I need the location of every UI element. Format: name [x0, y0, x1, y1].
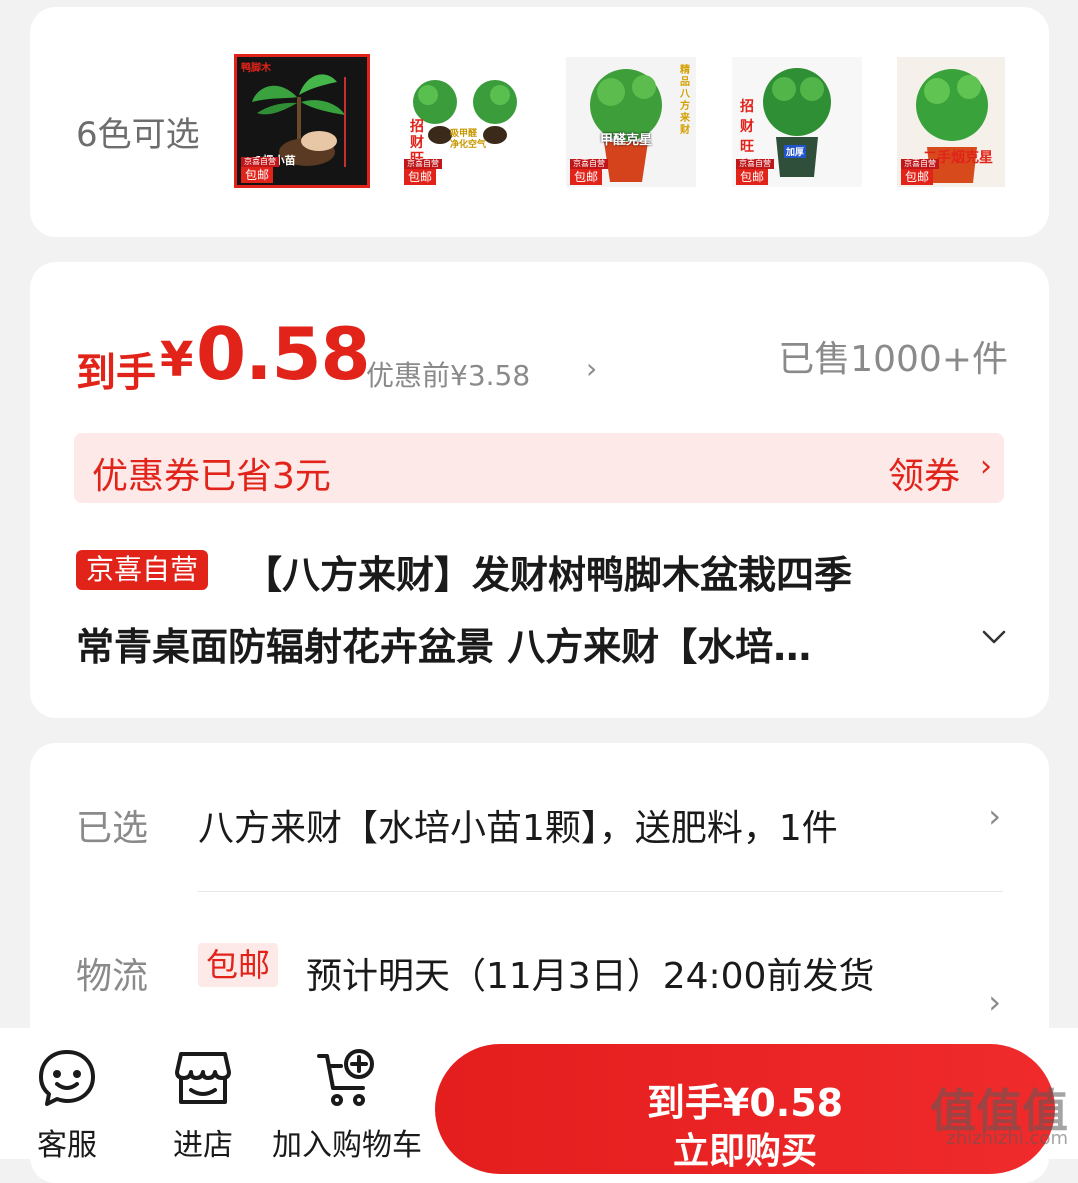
thumbnail-caption: 甲醛克星 — [600, 133, 653, 148]
product-title-line1: 【八方来财】发财树鸭脚木盆栽四季 — [244, 553, 853, 597]
free-shipping-tag: 包邮 — [736, 169, 769, 185]
claim-coupon-button[interactable]: 领券 — [888, 447, 960, 499]
chevron-right-icon[interactable]: › — [586, 352, 597, 385]
thumbnail-corner-text: 加厚 — [784, 145, 807, 158]
free-shipping-tag: 包邮 — [241, 167, 274, 183]
thumbnail-option-5[interactable]: 二手烟克星 京喜自营 包邮 — [897, 57, 1005, 187]
sold-count: 已售1000+件 — [778, 339, 1008, 380]
product-title-line2: 常青桌面防辐射花卉盆景 八方来财【水培… — [76, 625, 812, 669]
shop-icon — [175, 1052, 231, 1104]
thumbnail-corner-text: 精品八方来财 — [680, 65, 690, 136]
bottom-action-bar: 客服 进店 加入购物车 到手¥0.58 立即购买 — [0, 1028, 1078, 1174]
arrive-price-label: 到手 — [76, 350, 156, 396]
color-options-card: 6色可选 1棵小苗 鸭脚木 京喜自营 包邮 招财 旺宅 吸甲醛 净 — [30, 7, 1049, 237]
price-card: 到手 ¥ 0.58 优惠前¥3.58 › 已售1000+件 优惠券已省3元 领券… — [30, 262, 1049, 718]
coupon-saved-text: 优惠券已省3元 — [92, 456, 331, 497]
shipping-label: 物流 — [76, 956, 149, 997]
divider — [198, 891, 1003, 892]
enter-shop-label: 进店 — [173, 1128, 233, 1163]
coupon-bar[interactable]: 优惠券已省3元 领券 › — [74, 433, 1004, 503]
watermark-domain: zhizhizhi.com — [946, 1128, 1068, 1149]
currency-symbol: ¥ — [160, 332, 194, 388]
original-price-link[interactable]: 优惠前¥3.58 — [366, 354, 530, 394]
chevron-down-icon[interactable] — [979, 622, 1009, 652]
self-operated-tag: 京喜自营 — [570, 159, 608, 169]
self-operated-tag: 京喜自营 — [241, 157, 279, 167]
chat-face-icon — [39, 1050, 95, 1106]
color-count-label: 6色可选 — [76, 115, 200, 155]
self-operated-tag: 京喜自营 — [736, 159, 774, 169]
chevron-right-icon[interactable]: › — [980, 449, 992, 484]
thumbnail-option-4[interactable]: 招财 旺宅 加厚 京喜自营 包邮 — [732, 57, 862, 187]
customer-service-button[interactable]: 客服 — [30, 1046, 104, 1164]
selected-spec-value: 八方来财【水培小苗1颗】，送肥料，1件 — [198, 808, 838, 849]
free-shipping-tag: 包邮 — [570, 169, 603, 185]
free-shipping-badge: 包邮 — [198, 943, 279, 987]
thumbnail-corner-text: 鸭脚木 — [241, 63, 271, 74]
selected-label: 已选 — [76, 808, 149, 849]
chevron-right-icon[interactable]: › — [988, 797, 1001, 835]
thumbnail-option-1[interactable]: 1棵小苗 鸭脚木 京喜自营 包邮 — [234, 54, 370, 188]
add-cart-icon — [317, 1049, 374, 1106]
free-shipping-tag: 包邮 — [901, 169, 934, 185]
final-price: 0.58 — [196, 312, 371, 396]
self-operated-badge: 京喜自营 — [76, 550, 209, 590]
shipping-estimate: 预计明天（11月3日）24:00前发货 — [306, 956, 875, 997]
chevron-right-icon[interactable]: › — [988, 983, 1001, 1021]
thumbnail-corner-text: 吸甲醛 净化空气 — [450, 129, 487, 150]
price-row: 到手 ¥ 0.58 优惠前¥3.58 › 已售1000+件 — [76, 312, 1008, 396]
self-operated-tag: 京喜自营 — [901, 159, 939, 169]
add-to-cart-label: 加入购物车 — [272, 1128, 422, 1163]
self-operated-tag: 京喜自营 — [404, 159, 442, 169]
thumbnail-option-2[interactable]: 招财 旺宅 吸甲醛 净化空气 京喜自营 包邮 — [400, 57, 530, 187]
add-to-cart-button[interactable]: 加入购物车 — [272, 1046, 422, 1164]
customer-service-label: 客服 — [37, 1128, 97, 1163]
thumbnail-option-3[interactable]: 甲醛克星 精品八方来财 京喜自营 包邮 — [566, 57, 696, 187]
enter-shop-button[interactable]: 进店 — [166, 1046, 240, 1164]
free-shipping-tag: 包邮 — [404, 169, 437, 185]
